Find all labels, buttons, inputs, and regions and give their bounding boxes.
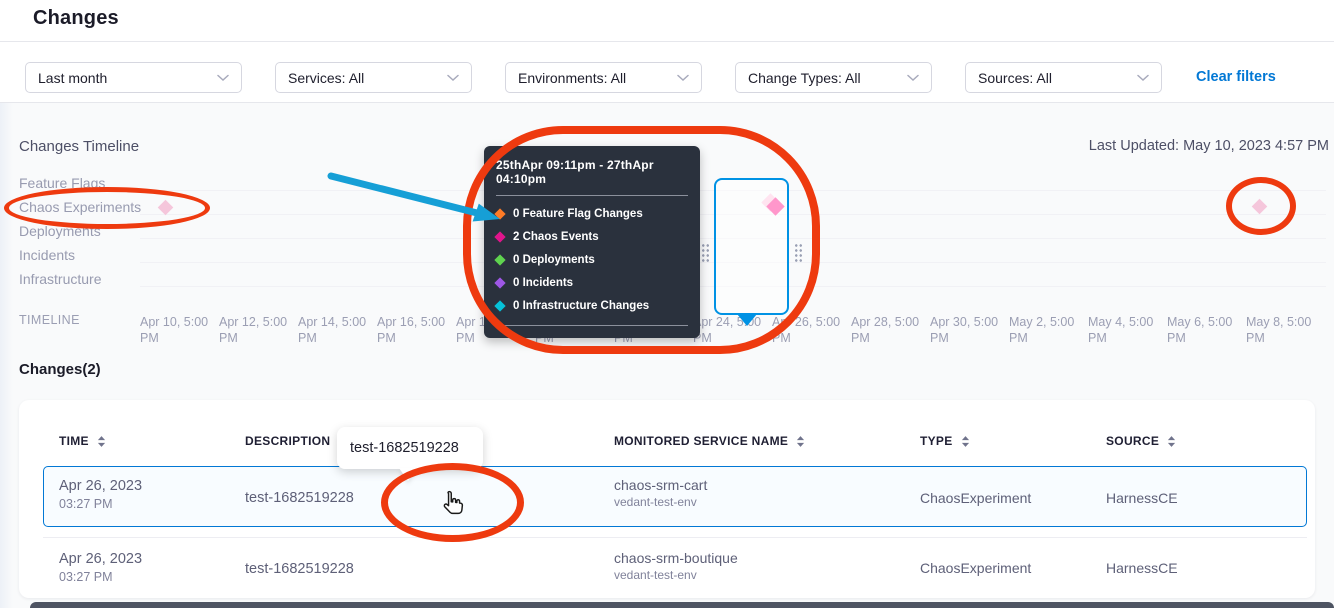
sort-icon: [1167, 436, 1176, 447]
tooltip-time-range: 25thApr 09:11pm - 27thApr 04:10pm: [496, 156, 688, 195]
page-title: Changes: [33, 7, 119, 30]
timeline-tick: Apr 30, 5:00PM: [930, 314, 1006, 346]
tooltip-legend-row: 2 Chaos Events: [496, 231, 688, 243]
row2-environment: vedant-test-env: [614, 568, 697, 582]
change-types-filter-select[interactable]: Change Types: All: [735, 62, 932, 93]
chevron-down-icon: [447, 74, 459, 82]
deployments-diamond-icon: [494, 254, 505, 265]
description-hover-tooltip: test-1682519228: [337, 427, 483, 469]
sources-filter-value: Sources: All: [978, 70, 1052, 86]
timeline-tick: May 6, 5:00PM: [1167, 314, 1243, 346]
clear-filters-link[interactable]: Clear filters: [1196, 69, 1276, 85]
timeline-tick: Apr 10, 5:00PM: [140, 314, 216, 346]
timeline-tick: Apr 26, 5:00PM: [772, 314, 848, 346]
row2-description: test-1682519228: [245, 561, 354, 577]
timeline-tick: Apr 16, 5:00PM: [377, 314, 453, 346]
chevron-down-icon: [907, 74, 919, 82]
timeline-tick: May 2, 5:00PM: [1009, 314, 1085, 346]
timeline-tick: May 4, 5:00PM: [1088, 314, 1164, 346]
change-types-filter-value: Change Types: All: [748, 70, 861, 86]
timeline-row-label-deployments: Deployments: [19, 223, 101, 239]
changes-count-title: Changes(2): [19, 361, 101, 378]
incidents-diamond-icon: [494, 277, 505, 288]
environments-filter-value: Environments: All: [518, 70, 626, 86]
timeline-row-label-feature-flags: Feature Flags: [19, 175, 105, 191]
timeline-row-label-chaos-experiments: Chaos Experiments: [19, 199, 141, 215]
chevron-down-icon: [217, 74, 229, 82]
column-header-monitored-service[interactable]: MONITORED SERVICE NAME: [614, 434, 805, 448]
timeline-tick: Apr 14, 5:00PM: [298, 314, 374, 346]
row2-type: ChaosExperiment: [920, 560, 1031, 576]
tooltip-legend-label: 0 Feature Flag Changes: [513, 208, 643, 220]
changes-page: Changes Last month Services: All Environ…: [0, 0, 1334, 608]
column-header-description[interactable]: DESCRIPTION: [245, 434, 347, 448]
sort-icon: [796, 436, 805, 447]
sort-icon: [961, 436, 970, 447]
brush-bottom-pointer: [737, 314, 757, 326]
chevron-down-icon: [1137, 74, 1149, 82]
timeline-section-title: Changes Timeline: [19, 138, 139, 155]
time-range-select[interactable]: Last month: [25, 62, 242, 93]
row1-source: HarnessCE: [1106, 490, 1178, 506]
brush-right-drag-handle[interactable]: [794, 243, 803, 264]
row2-source: HarnessCE: [1106, 560, 1178, 576]
tooltip-tail: [399, 468, 417, 481]
services-filter-value: Services: All: [288, 70, 364, 86]
infrastructure-diamond-icon: [494, 300, 505, 311]
sources-filter-select[interactable]: Sources: All: [965, 62, 1162, 93]
timeline-tick: May 8, 5:00PM: [1246, 314, 1322, 346]
tooltip-legend-label: 0 Incidents: [513, 277, 573, 289]
row1-environment: vedant-test-env: [614, 495, 697, 509]
chevron-down-icon: [677, 74, 689, 82]
tooltip-legend-row: 0 Infrastructure Changes: [496, 300, 688, 312]
column-header-time[interactable]: TIME: [59, 434, 106, 448]
timeline-row-label-incidents: Incidents: [19, 247, 75, 263]
tooltip-legend-label: 0 Infrastructure Changes: [513, 300, 649, 312]
brush-left-drag-handle[interactable]: [701, 243, 710, 264]
tooltip-legend-row: 0 Incidents: [496, 277, 688, 289]
timeline-row-label-infrastructure: Infrastructure: [19, 271, 101, 287]
row1-time: 03:27 PM: [59, 497, 113, 511]
hand-cursor-icon: [441, 489, 464, 516]
chaos-event-marker-dimmed[interactable]: [1252, 199, 1268, 215]
timeline-summary-tooltip: 25thApr 09:11pm - 27thApr 04:10pm 0 Feat…: [484, 146, 700, 338]
row2-service-name: chaos-srm-boutique: [614, 550, 738, 566]
row1-date: Apr 26, 2023: [59, 478, 142, 494]
timeline-selection-brush[interactable]: [714, 178, 789, 315]
tooltip-divider: [496, 325, 688, 326]
chaos-events-diamond-icon: [494, 231, 505, 242]
row2-date: Apr 26, 2023: [59, 551, 142, 567]
feature-flag-diamond-icon: [494, 208, 505, 219]
tooltip-legend-row: 0 Deployments: [496, 254, 688, 266]
column-header-source[interactable]: SOURCE: [1106, 434, 1176, 448]
row1-service-name: chaos-srm-cart: [614, 477, 707, 493]
column-header-type[interactable]: TYPE: [920, 434, 970, 448]
row1-type: ChaosExperiment: [920, 490, 1031, 506]
row1-description: test-1682519228: [245, 490, 354, 506]
bottom-panel-edge: [30, 602, 1334, 608]
sort-icon: [97, 436, 106, 447]
timeline-tick: Apr 24, 5:00PM: [693, 314, 769, 346]
timeline-axis-label: TIMELINE: [19, 313, 80, 327]
tooltip-legend-row: 0 Feature Flag Changes: [496, 208, 688, 220]
environments-filter-select[interactable]: Environments: All: [505, 62, 702, 93]
time-range-value: Last month: [38, 70, 107, 86]
chaos-event-marker-dimmed[interactable]: [158, 200, 174, 216]
timeline-tick: Apr 12, 5:00PM: [219, 314, 295, 346]
row2-time: 03:27 PM: [59, 570, 113, 584]
timeline-tick: Apr 28, 5:00PM: [851, 314, 927, 346]
tooltip-legend-label: 0 Deployments: [513, 254, 595, 266]
last-updated-text: Last Updated: May 10, 2023 4:57 PM: [1089, 138, 1329, 154]
services-filter-select[interactable]: Services: All: [275, 62, 472, 93]
tooltip-legend-label: 2 Chaos Events: [513, 231, 599, 243]
top-header-bar: Changes: [0, 0, 1334, 42]
